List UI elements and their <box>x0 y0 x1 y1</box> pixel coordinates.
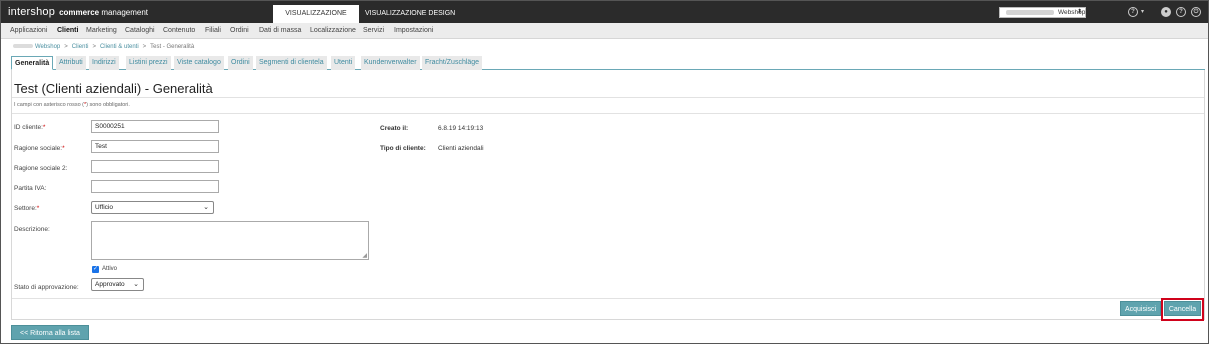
company-name-label: Ragione sociale:* <box>14 145 65 152</box>
menu-item-marketing[interactable]: Marketing <box>86 27 117 34</box>
help-icon[interactable]: ? <box>1176 7 1186 17</box>
approval-status-value: Approvato <box>95 281 125 288</box>
intershop-logo[interactable]: intershop commerce management <box>8 6 148 18</box>
menu-item-dati-di-massa[interactable]: Dati di massa <box>259 27 301 34</box>
site-name-redacted <box>1006 10 1054 15</box>
logout-icon[interactable]: ⏻ <box>1191 7 1201 17</box>
tab-segmenti-clientela[interactable]: Segmenti di clientela <box>256 56 327 70</box>
logo-product-bold: commerce <box>59 8 100 17</box>
chevron-updown-icon: ⬍ <box>1076 9 1082 15</box>
note-text-post: ) sono obbligatori. <box>86 102 130 108</box>
tab-generalita[interactable]: Generalità <box>11 56 54 70</box>
approval-status-label: Stato di approvazione: <box>14 284 79 291</box>
menu-item-filiali[interactable]: Filiali <box>205 27 221 34</box>
menu-item-contenuto[interactable]: Contenuto <box>163 27 195 34</box>
tab-attributi[interactable]: Attributi <box>56 56 86 70</box>
sector-select-value: Ufficio <box>95 204 113 211</box>
required-star: * <box>62 145 65 152</box>
sector-label-text: Settore: <box>14 205 37 212</box>
created-value: 6.8.19 14:19:13 <box>438 125 484 132</box>
tab-viste-catalogo[interactable]: Viste catalogo <box>174 56 224 70</box>
chevron-down-icon: ⌄ <box>203 204 209 211</box>
tab-indirizzi[interactable]: Indirizzi <box>89 56 119 70</box>
breadcrumb-separator: > <box>142 44 147 50</box>
content-panel <box>11 70 1205 320</box>
company-name-label-text: Ragione sociale: <box>14 145 63 152</box>
cancel-button-highlight <box>1161 298 1204 321</box>
sector-select[interactable]: Ufficio ⌄ <box>91 201 214 214</box>
vat-number-label: Partita IVA: <box>14 185 47 192</box>
page-title: Test (Clienti aziendali) - Generalità <box>14 81 213 96</box>
breadcrumb: Webshop > Clienti > Clienti & utenti > Test - … <box>13 44 194 50</box>
tab-fracht-zuschlaege[interactable]: Fracht/Zuschläge <box>422 56 483 70</box>
breadcrumb-clienti[interactable]: Clienti <box>72 44 89 50</box>
breadcrumb-separator: > <box>92 44 96 50</box>
menu-item-applicazioni[interactable]: Applicazioni <box>10 27 47 34</box>
chevron-down-icon[interactable]: ▾ <box>1141 8 1144 15</box>
breadcrumb-webshop[interactable]: Webshop <box>35 44 60 50</box>
divider <box>12 97 1204 98</box>
required-star: * <box>36 205 40 212</box>
top-bar: intershop commerce management VISUALIZZAZ… <box>1 1 1208 35</box>
resize-grip-icon[interactable]: ◢ <box>362 252 367 259</box>
active-checkbox-label: Attivo <box>102 266 118 272</box>
divider <box>12 113 1204 114</box>
tab-data-view[interactable]: VISUALIZZAZIONE DATI <box>273 5 359 35</box>
logo-product-rest: management <box>99 8 149 17</box>
tab-utenti[interactable]: Utenti <box>331 56 356 70</box>
approval-status-select[interactable]: Approvato ⌄ <box>91 278 144 291</box>
sector-label: Settore:* <box>14 205 39 212</box>
detail-tabs: Generalità Attributi Indirizzi Listini p… <box>11 55 1205 70</box>
tab-kundenverwalter[interactable]: Kundenverwalter <box>361 56 420 70</box>
active-checkbox[interactable]: ✓ <box>92 266 99 273</box>
vat-number-input[interactable] <box>91 180 219 193</box>
divider <box>12 298 1204 299</box>
customer-id-label: ID cliente:* <box>14 124 45 131</box>
logo-brand: intershop <box>8 6 56 18</box>
customer-id-label-text: ID cliente: <box>14 124 43 131</box>
company-name-2-input[interactable] <box>91 160 219 173</box>
user-icon[interactable]: ● <box>1161 7 1171 17</box>
breadcrumb-current: Test - Generalità <box>150 44 195 50</box>
breadcrumb-separator: > <box>64 44 68 50</box>
menu-item-ordini[interactable]: Ordini <box>230 27 249 34</box>
tab-design-view[interactable]: VISUALIZZAZIONE DESIGN <box>361 5 459 23</box>
site-select[interactable]: Webshop ⬍ <box>999 7 1086 18</box>
main-menu: Applicazioni Clienti Marketing Cataloghi… <box>1 23 1208 39</box>
breadcrumb-redacted <box>13 44 33 49</box>
chevron-down-icon: ⌄ <box>133 281 139 288</box>
description-textarea[interactable]: ◢ <box>91 221 369 260</box>
company-name-2-label: Ragione sociale 2: <box>14 165 68 172</box>
description-label: Descrizione: <box>14 226 50 233</box>
created-label: Creato il: <box>380 125 409 132</box>
customer-type-value: Clienti aziendali <box>438 145 484 152</box>
help-dropdown-icon[interactable]: ? <box>1128 7 1138 17</box>
menu-item-localizzazione[interactable]: Localizzazione <box>310 27 356 34</box>
apply-button[interactable]: Acquisisci <box>1120 301 1161 316</box>
menu-item-servizi[interactable]: Servizi <box>363 27 384 34</box>
breadcrumb-clienti-utenti[interactable]: Clienti & utenti <box>100 44 139 50</box>
menu-item-clienti[interactable]: Clienti <box>57 27 78 34</box>
menu-item-impostazioni[interactable]: Impostazioni <box>394 27 433 34</box>
tab-listini-prezzi[interactable]: Listini prezzi <box>126 56 171 70</box>
required-fields-note: I campi con asterisco rosso (*) sono obb… <box>14 102 130 108</box>
customer-type-label: Tipo di cliente: <box>380 145 426 152</box>
required-star: * <box>42 124 46 131</box>
tab-ordini[interactable]: Ordini <box>228 56 253 70</box>
customer-id-input[interactable] <box>91 120 219 133</box>
back-to-list-button[interactable]: << Ritorna alla lista <box>11 325 89 340</box>
menu-item-cataloghi[interactable]: Cataloghi <box>125 27 155 34</box>
note-text-pre: I campi con asterisco rosso ( <box>14 102 84 108</box>
company-name-input[interactable] <box>91 140 219 153</box>
